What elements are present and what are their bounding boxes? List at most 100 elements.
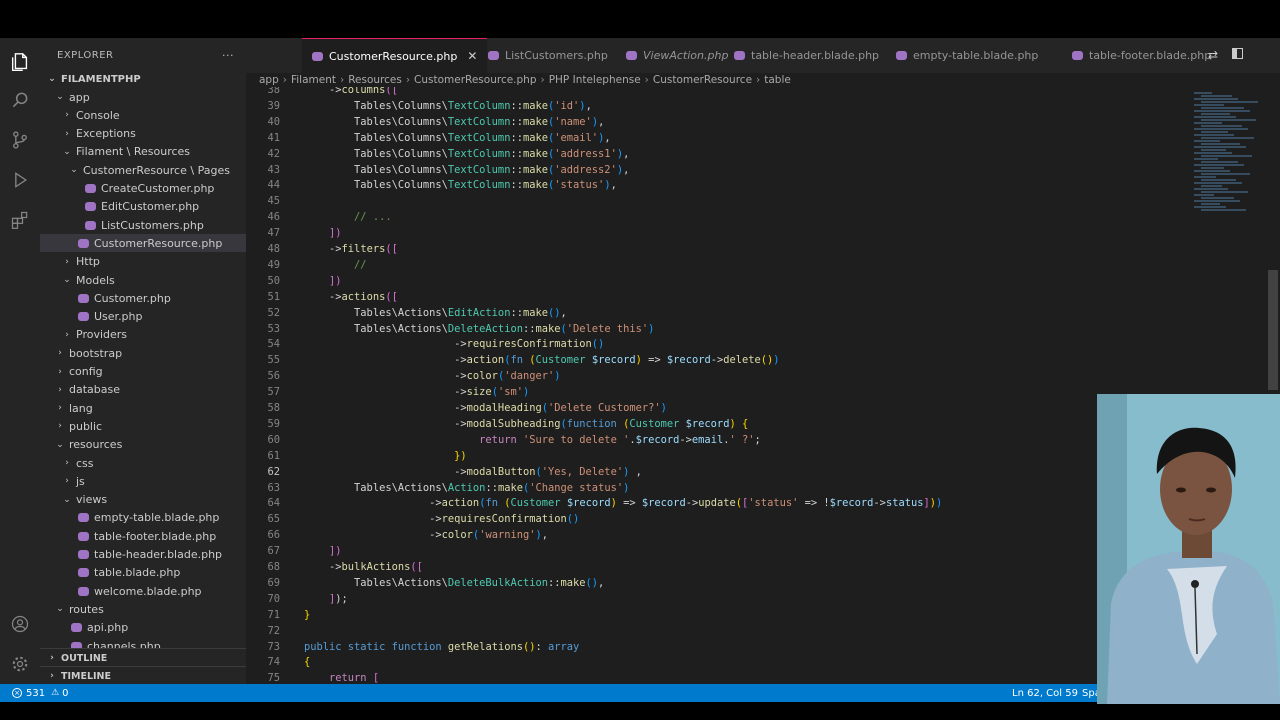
code-token: ::: [522, 322, 536, 335]
tree-file[interactable]: empty-table.blade.php: [40, 509, 246, 527]
tree-folder[interactable]: › public: [40, 417, 246, 435]
run-debug-icon[interactable]: [8, 168, 32, 192]
code-line[interactable]: 48 ->filters([: [246, 241, 1280, 257]
code-line[interactable]: 47 ]): [246, 225, 1280, 241]
code-token: EditAction: [447, 306, 511, 319]
code-line[interactable]: 50 ]): [246, 273, 1280, 289]
minimap[interactable]: [1194, 92, 1266, 212]
tree-folder[interactable]: ⌄ views: [40, 491, 246, 509]
tree-file[interactable]: ListCustomers.php: [40, 216, 246, 234]
tree-file[interactable]: User.php: [40, 308, 246, 326]
tree-folder[interactable]: › config: [40, 363, 246, 381]
editor-tab[interactable]: table-footer.blade.php: [1062, 38, 1221, 73]
code-token: ,: [598, 576, 605, 589]
tree-file[interactable]: CustomerResource.php: [40, 234, 246, 253]
code-token: make: [522, 131, 548, 144]
code-line[interactable]: 38 ->columns([: [246, 87, 1280, 98]
tree-folder[interactable]: › Http: [40, 253, 246, 271]
minimap-line: [1201, 101, 1258, 103]
tree-folder[interactable]: ⌄ CustomerResource \ Pages: [40, 161, 246, 179]
tree-folder[interactable]: › Providers: [40, 326, 246, 344]
code-line[interactable]: 45: [246, 193, 1280, 209]
code-token: requiresConfirmation: [441, 513, 567, 526]
tree-folder[interactable]: › bootstrap: [40, 344, 246, 362]
editor-tab[interactable]: CustomerResource.php ✕: [302, 38, 488, 73]
editor-tab[interactable]: table-header.blade.php: [724, 38, 889, 73]
editor-scrollbar[interactable]: [1268, 270, 1278, 390]
breadcrumb-item[interactable]: CustomerResource: [653, 74, 752, 86]
tree-file[interactable]: table.blade.php: [40, 564, 246, 582]
code-line[interactable]: 39 Tables\Columns\TextColumn::make('id')…: [246, 98, 1280, 114]
workspace-root[interactable]: ⌄ FILAMENTPHP: [40, 70, 246, 88]
close-tab-icon[interactable]: ✕: [467, 49, 477, 63]
tree-folder[interactable]: ⌄ routes: [40, 600, 246, 618]
extensions-icon[interactable]: [8, 208, 32, 232]
code-token: 'name': [554, 115, 592, 128]
breadcrumb-item[interactable]: PHP Intelephense: [549, 74, 641, 86]
bottom-border: [0, 702, 1280, 720]
code-line[interactable]: 44 Tables\Columns\TextColumn::make('stat…: [246, 177, 1280, 193]
code-token: ->: [679, 433, 692, 446]
breadcrumb-item[interactable]: table: [764, 74, 791, 86]
breadcrumb-item[interactable]: CustomerResource.php: [414, 74, 536, 86]
tree-folder[interactable]: › js: [40, 472, 246, 490]
code-line[interactable]: 43 Tables\Columns\TextColumn::make('addr…: [246, 162, 1280, 178]
tree-folder[interactable]: › database: [40, 381, 246, 399]
code-line[interactable]: 56 ->color('danger'): [246, 368, 1280, 384]
breadcrumb-item[interactable]: Filament: [291, 74, 336, 86]
line-code: ->action(fn (Customer $record) => $recor…: [304, 495, 942, 511]
tree-file[interactable]: api.php: [40, 619, 246, 637]
code-line[interactable]: 46 // ...: [246, 209, 1280, 225]
tree-folder[interactable]: ⌄ Filament \ Resources: [40, 143, 246, 161]
tree-file[interactable]: table-header.blade.php: [40, 546, 246, 564]
editor-tab[interactable]: ViewAction.php: [616, 38, 738, 73]
code-line[interactable]: 51 ->actions([: [246, 289, 1280, 305]
split-editor-icon[interactable]: [1232, 48, 1244, 59]
search-icon[interactable]: [8, 88, 32, 112]
compare-icon[interactable]: ⇄: [1208, 48, 1218, 62]
code-line[interactable]: 54 ->requiresConfirmation(): [246, 336, 1280, 352]
code-line[interactable]: 42 Tables\Columns\TextColumn::make('addr…: [246, 146, 1280, 162]
code-token: ,: [585, 99, 592, 112]
editor-tab[interactable]: empty-table.blade.php: [886, 38, 1048, 73]
account-icon[interactable]: [8, 612, 32, 636]
tree-file[interactable]: welcome.blade.php: [40, 582, 246, 600]
code-token: $record: [566, 497, 611, 510]
tree-folder[interactable]: ⌄ resources: [40, 436, 246, 454]
minimap-line: [1194, 146, 1246, 148]
php-file-icon: [85, 184, 96, 193]
code-token: Customer: [629, 417, 680, 430]
line-number: 65: [267, 513, 280, 526]
code-line[interactable]: 49 //: [246, 257, 1280, 273]
explorer-icon[interactable]: [8, 50, 32, 74]
tree-folder[interactable]: › lang: [40, 399, 246, 417]
breadcrumb-separator-icon: ›: [540, 74, 545, 86]
tree-item-label: CustomerResource.php: [94, 236, 223, 250]
breadcrumb-item[interactable]: app: [259, 74, 279, 86]
code-line[interactable]: 55 ->action(fn (Customer $record) => $re…: [246, 352, 1280, 368]
tree-file[interactable]: CreateCustomer.php: [40, 180, 246, 198]
tree-folder[interactable]: ⌄ Models: [40, 271, 246, 289]
cursor-position[interactable]: Ln 62, Col 59: [1012, 688, 1078, 699]
tree-folder[interactable]: › Exceptions: [40, 125, 246, 143]
problems-indicator[interactable]: × 531 ⚠ 0: [12, 688, 69, 699]
editor-tab[interactable]: ListCustomers.php: [478, 38, 618, 73]
tree-file[interactable]: Customer.php: [40, 289, 246, 307]
breadcrumb-item[interactable]: Resources: [348, 74, 402, 86]
tree-file[interactable]: table-footer.blade.php: [40, 527, 246, 545]
outline-section[interactable]: › OUTLINE: [40, 648, 246, 667]
code-line[interactable]: 52 Tables\Actions\EditAction::make(),: [246, 305, 1280, 321]
tree-file[interactable]: EditCustomer.php: [40, 198, 246, 216]
tree-folder[interactable]: › css: [40, 454, 246, 472]
settings-gear-icon[interactable]: [8, 652, 32, 676]
code-token: make: [522, 147, 548, 160]
tree-folder[interactable]: ⌄ app: [40, 88, 246, 106]
code-token: array: [548, 640, 580, 653]
code-line[interactable]: 41 Tables\Columns\TextColumn::make('emai…: [246, 130, 1280, 146]
code-line[interactable]: 53 Tables\Actions\DeleteAction::make('De…: [246, 321, 1280, 337]
more-actions-icon[interactable]: ···: [222, 49, 234, 62]
timeline-section[interactable]: › TIMELINE: [40, 666, 246, 684]
source-control-icon[interactable]: [8, 128, 32, 152]
code-line[interactable]: 40 Tables\Columns\TextColumn::make('name…: [246, 114, 1280, 130]
tree-folder[interactable]: › Console: [40, 106, 246, 124]
